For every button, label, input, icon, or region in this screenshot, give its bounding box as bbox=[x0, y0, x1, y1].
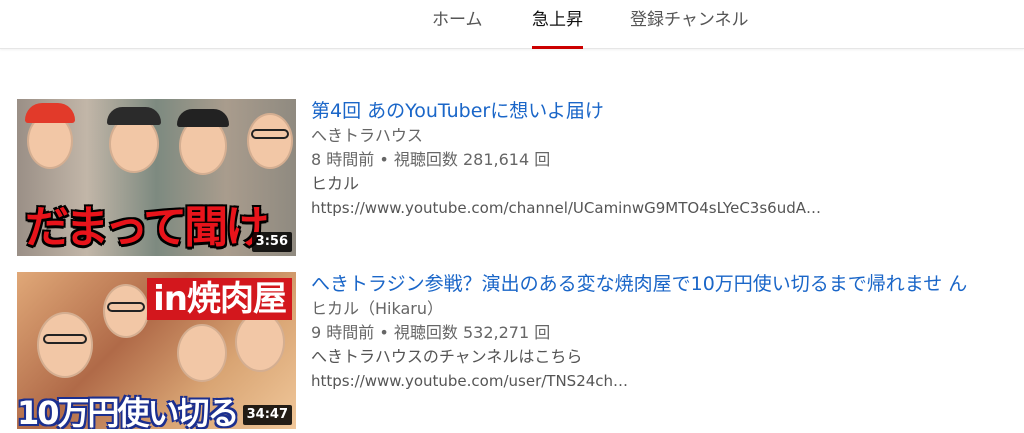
description-link[interactable]: https://www.youtube.com/user/TNS24ch… bbox=[311, 369, 991, 393]
video-meta: へきトラジン参戦？演出のある変な焼肉屋で10万円使い切るまで帰れませ ん ヒカル… bbox=[311, 272, 991, 393]
thumbnail-caption-bottom: 10万円使い切る bbox=[17, 394, 240, 429]
thumbnail-glasses bbox=[43, 334, 87, 344]
thumbnail-person bbox=[247, 113, 293, 169]
channel-name[interactable]: ヒカル（Hikaru） bbox=[311, 297, 991, 321]
video-stats: 9 時間前 • 視聴回数 532,271 回 bbox=[311, 323, 551, 342]
video-duration: 3:56 bbox=[251, 232, 292, 252]
video-title[interactable]: 第4回 あのYouTuberに想いよ届け bbox=[311, 99, 991, 124]
tab-home[interactable]: ホーム bbox=[432, 8, 483, 49]
thumbnail-glasses bbox=[251, 129, 289, 139]
thumbnail-caption: だまって聞け bbox=[25, 202, 269, 253]
thumbnail-person bbox=[177, 324, 227, 382]
video-description: へきトラハウスのチャンネルはこちら bbox=[311, 347, 583, 366]
video-title[interactable]: へきトラジン参戦？演出のある変な焼肉屋で10万円使い切るまで帰れませ ん bbox=[311, 272, 991, 297]
video-meta: 第4回 あのYouTuberに想いよ届け へきトラハウス 8 時間前 • 視聴回… bbox=[311, 99, 991, 220]
thumbnail-cap bbox=[25, 103, 75, 123]
tab-subscriptions[interactable]: 登録チャンネル bbox=[630, 8, 749, 49]
tab-trending[interactable]: 急上昇 bbox=[532, 8, 583, 49]
tab-trending-label: 急上昇 bbox=[532, 10, 583, 30]
thumbnail-person bbox=[235, 312, 285, 372]
channel-name[interactable]: へきトラハウス bbox=[311, 124, 991, 148]
video-thumbnail[interactable]: だまって聞け 3:56 bbox=[17, 99, 296, 256]
thumbnail-caption-top: in焼肉屋 bbox=[147, 278, 292, 320]
video-stats: 8 時間前 • 視聴回数 281,614 回 bbox=[311, 150, 551, 169]
active-tab-indicator bbox=[532, 46, 583, 49]
description-link[interactable]: https://www.youtube.com/channel/UCaminwG… bbox=[311, 196, 991, 220]
thumbnail-person bbox=[37, 312, 93, 378]
top-tab-bar: ホーム 急上昇 登録チャンネル bbox=[0, 0, 1024, 49]
thumbnail-cap bbox=[177, 109, 229, 127]
thumbnail-cap bbox=[107, 107, 161, 125]
video-description: ヒカル bbox=[311, 174, 360, 193]
video-list-item: in焼肉屋 10万円使い切る 34:47 へきトラジン参戦？演出のある変な焼肉屋… bbox=[17, 272, 1007, 432]
video-thumbnail[interactable]: in焼肉屋 10万円使い切る 34:47 bbox=[17, 272, 296, 429]
video-duration: 34:47 bbox=[242, 405, 292, 425]
video-list-item: だまって聞け 3:56 第4回 あのYouTuberに想いよ届け へきトラハウス… bbox=[17, 99, 1007, 259]
thumbnail-glasses bbox=[107, 302, 145, 312]
